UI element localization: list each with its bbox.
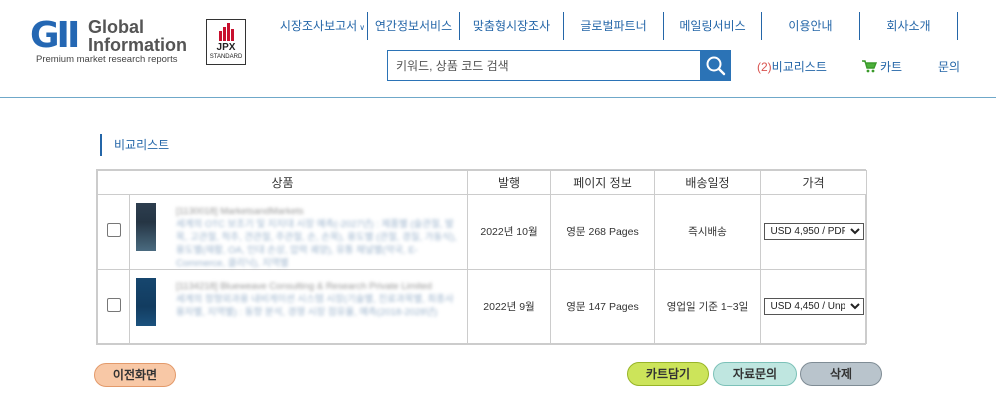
logo-line-2: Information: [88, 35, 187, 55]
nav-item-annual-info[interactable]: 연간정보서비스: [368, 12, 460, 40]
add-to-cart-button[interactable]: 카트담기: [627, 362, 709, 386]
nav-item-about[interactable]: 회사소개: [860, 12, 958, 40]
published-cell: 2022년 9월: [467, 268, 551, 344]
logo-wordmark: Global Information: [88, 18, 187, 54]
price-select[interactable]: USD 4,950 / PDF (Single User License): [763, 223, 864, 241]
delivery-cell: 영업일 기준 1~3일: [654, 268, 761, 344]
chevron-down-icon: ∨: [359, 23, 366, 32]
row-checkbox[interactable]: [106, 297, 121, 312]
search-button[interactable]: [700, 50, 731, 81]
report-cover-image[interactable]: [136, 277, 156, 326]
previous-page-button[interactable]: 이전화면: [94, 363, 176, 387]
jpx-standard-badge: JPX STANDARD: [206, 19, 246, 65]
site-header: GII Global Information Premium market re…: [0, 0, 996, 98]
table-row: [1130018] MarketsandMarkets 세계의 OTC 보조기 …: [97, 194, 867, 270]
logo-tagline: Premium market research reports: [36, 54, 178, 65]
compare-table: 상품 발행 페이지 정보 배송일정 가격 [1130018] Marketsan…: [96, 169, 867, 345]
jpx-name: JPX: [216, 42, 236, 53]
row-select-cell: [97, 268, 130, 344]
pages-cell: 영문 268 Pages: [550, 194, 655, 270]
col-header-delivery: 배송일정: [654, 170, 761, 195]
product-link[interactable]: [1130018] MarketsandMarkets 세계의 OTC 보조기 …: [176, 205, 458, 270]
product-code: [1130018] MarketsandMarkets: [176, 206, 304, 217]
product-cell: [1134218] Blueweave Consulting & Researc…: [129, 268, 468, 344]
product-code: [1134218] Blueweave Consulting & Researc…: [176, 280, 432, 292]
nav-item-guide[interactable]: 이용안내: [762, 12, 860, 40]
jpx-standard-label: STANDARD: [209, 54, 243, 60]
nav-item-custom-research[interactable]: 맞춤형시장조사: [460, 12, 564, 40]
product-title: 세계의 정형외과용 내비게이션 시스템 시장(기술별, 진료과목별, 최종사용자…: [176, 293, 454, 318]
search-icon: [706, 56, 726, 76]
jpx-bars-icon: [219, 23, 235, 41]
product-title: 세계의 OTC 보조기 및 지지대 시장 예측(-2027년) : 제품별 (슬…: [176, 219, 457, 269]
nav-item-market-reports[interactable]: 시장조사보고서 ∨: [278, 12, 368, 40]
compare-label: 비교리스트: [771, 60, 827, 74]
col-header-product: 상품: [97, 170, 468, 195]
compare-count: (2): [757, 60, 772, 74]
logo-line-1: Global: [88, 17, 145, 37]
delivery-cell: 즉시배송: [654, 194, 761, 270]
price-cell: USD 4,950 / PDF (Single User License): [760, 194, 867, 270]
search-input[interactable]: [387, 50, 701, 81]
inquiry-link[interactable]: 문의: [938, 58, 960, 75]
table-header-row: 상품 발행 페이지 정보 배송일정 가격: [97, 170, 867, 195]
row-checkbox[interactable]: [106, 223, 121, 238]
report-cover-image[interactable]: [136, 203, 156, 251]
logo-mark: GII: [30, 15, 80, 56]
col-header-published: 발행: [467, 170, 551, 195]
search-box: [387, 50, 731, 81]
main-nav: 시장조사보고서 ∨ 연간정보서비스 맞춤형시장조사 글로벌파트너 메일링서비스 이…: [278, 12, 958, 40]
cart-icon: [862, 60, 878, 73]
nav-item-mailing[interactable]: 메일링서비스: [664, 12, 762, 40]
product-link[interactable]: [1134218] Blueweave Consulting & Researc…: [176, 280, 458, 319]
price-select[interactable]: USD 4,450 / Unprintable PDF (Single User…: [763, 297, 864, 315]
col-header-pages: 페이지 정보: [550, 170, 655, 195]
col-header-price: 가격: [760, 170, 867, 195]
compare-list-link[interactable]: (2)비교리스트: [757, 58, 827, 75]
published-cell: 2022년 10월: [467, 194, 551, 270]
cart-label: 카트: [880, 60, 903, 74]
row-select-cell: [97, 194, 130, 270]
table-row: [1134218] Blueweave Consulting & Researc…: [97, 268, 867, 344]
delete-button[interactable]: 삭제: [800, 362, 882, 386]
product-cell: [1130018] MarketsandMarkets 세계의 OTC 보조기 …: [129, 194, 468, 270]
pages-cell: 영문 147 Pages: [550, 268, 655, 344]
cart-link[interactable]: 카트: [862, 58, 902, 75]
gii-logo[interactable]: GII Global Information Premium market re…: [30, 16, 190, 68]
price-cell: USD 4,450 / Unprintable PDF (Single User…: [760, 268, 867, 344]
nav-item-global-partner[interactable]: 글로벌파트너: [564, 12, 664, 40]
page-title: 비교리스트: [100, 134, 169, 156]
request-info-button[interactable]: 자료문의: [713, 362, 797, 386]
